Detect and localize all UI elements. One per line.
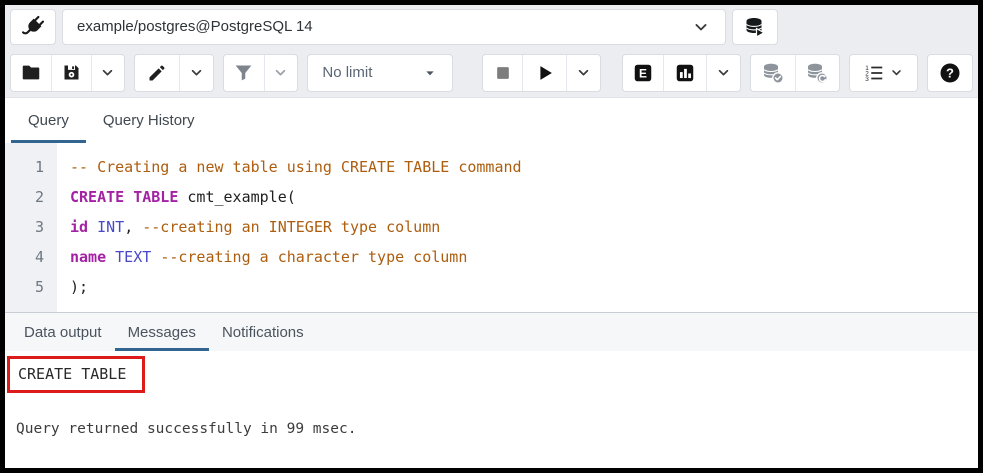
numbered-list-icon: 1 2 3 (863, 62, 885, 84)
help-button[interactable]: ? (928, 55, 972, 91)
editor-tab-bar: Query Query History (5, 97, 978, 143)
code-line: 4 name TEXT --creating a character type … (5, 242, 978, 272)
filter-icon (233, 62, 254, 83)
chevron-down-icon (188, 64, 205, 81)
save-icon (61, 62, 82, 83)
execute-query-button[interactable] (522, 55, 566, 91)
execute-options-dropdown[interactable] (566, 55, 600, 91)
explain-options-dropdown[interactable] (706, 55, 740, 91)
rollback-button[interactable] (795, 55, 839, 91)
save-button[interactable] (51, 55, 91, 91)
line-number: 1 (5, 152, 57, 182)
svg-text:?: ? (946, 65, 954, 80)
sql-comment: --creating a character type column (160, 248, 467, 266)
sql-text: cmt_example( (178, 188, 295, 206)
filter-button-group (223, 54, 299, 92)
result-text: CREATE TABLE (18, 365, 126, 383)
sql-keyword: CREATE TABLE (70, 188, 178, 206)
code-line: 5 ); (5, 272, 978, 302)
code-line: 1 -- Creating a new table using CREATE T… (5, 152, 978, 182)
question-mark-icon: ? (938, 61, 962, 85)
explain-analyze-button[interactable] (663, 55, 707, 91)
file-button-group (10, 54, 125, 92)
database-play-icon (743, 15, 767, 39)
sql-editor[interactable]: 1 -- Creating a new table using CREATE T… (5, 143, 978, 313)
chevron-down-icon (889, 65, 904, 80)
chevron-down-icon (715, 64, 732, 81)
edit-button-group (134, 54, 214, 92)
chevron-down-icon (691, 17, 711, 37)
tab-data-output-label: Data output (24, 324, 102, 341)
save-options-dropdown[interactable] (91, 55, 125, 91)
macro-button-group: 1 2 3 (849, 54, 919, 92)
code-line: 3 id INT, --creating an INTEGER type col… (5, 212, 978, 242)
open-file-button[interactable] (11, 55, 51, 91)
filter-options-dropdown[interactable] (264, 55, 298, 91)
dropdown-arrow-icon (422, 65, 438, 81)
sql-text: , (124, 218, 142, 236)
tab-messages-label: Messages (128, 324, 196, 341)
row-limit-dropdown[interactable]: No limit (307, 54, 452, 92)
connection-label: example/postgres@PostgreSQL 14 (77, 18, 313, 35)
code-line: 2 CREATE TABLE cmt_example( (5, 182, 978, 212)
sql-comment: --creating an INTEGER type column (142, 218, 440, 236)
tab-query-label: Query (28, 112, 69, 129)
transaction-button-group (750, 54, 839, 92)
chevron-down-icon (99, 64, 116, 81)
row-limit-value: No limit (322, 64, 372, 81)
sql-text: ); (70, 278, 88, 296)
svg-text:E: E (639, 66, 647, 80)
sql-keyword: name (70, 248, 106, 266)
tab-query-history[interactable]: Query History (86, 98, 212, 143)
edit-button[interactable] (135, 55, 179, 91)
tab-notifications[interactable]: Notifications (209, 313, 317, 351)
connection-selector[interactable]: example/postgres@PostgreSQL 14 (62, 9, 726, 45)
messages-panel: CREATE TABLE Query returned successfully… (5, 351, 978, 468)
sql-comment: -- Creating a new table using CREATE TAB… (70, 158, 522, 176)
status-text: Query returned successfully in 99 msec. (16, 421, 356, 437)
connection-bar: example/postgres@PostgreSQL 14 (5, 5, 978, 48)
bar-chart-icon (674, 62, 696, 84)
filter-button[interactable] (224, 55, 264, 91)
execute-button-group (482, 54, 601, 92)
toolbar: No limit (5, 48, 978, 97)
stop-icon (493, 63, 513, 83)
sql-datatype: TEXT (106, 248, 151, 266)
play-icon (534, 62, 556, 84)
tab-notifications-label: Notifications (222, 324, 304, 341)
line-number: 3 (5, 212, 57, 242)
sql-datatype: INT (88, 218, 124, 236)
commit-button[interactable] (751, 55, 795, 91)
explain-button[interactable]: E (623, 55, 663, 91)
tab-data-output[interactable]: Data output (11, 313, 115, 351)
connection-status-button[interactable] (10, 9, 56, 45)
explain-icon: E (632, 62, 654, 84)
database-rollback-icon (805, 61, 829, 85)
database-commit-icon (761, 61, 785, 85)
plug-icon (20, 14, 46, 40)
svg-text:3: 3 (865, 75, 869, 82)
help-button-group: ? (927, 54, 973, 92)
new-connection-button[interactable] (732, 9, 778, 45)
chevron-down-icon (272, 64, 289, 81)
annotation-red-box: CREATE TABLE (7, 356, 145, 393)
macros-dropdown[interactable]: 1 2 3 (850, 55, 918, 91)
pgadmin-query-tool-window: example/postgres@PostgreSQL 14 (0, 0, 983, 473)
explain-button-group: E (622, 54, 741, 92)
pencil-icon (147, 63, 167, 83)
chevron-down-icon (575, 64, 592, 81)
sql-text (151, 248, 160, 266)
tab-messages[interactable]: Messages (115, 313, 209, 351)
cancel-query-button[interactable] (483, 55, 523, 91)
edit-options-dropdown[interactable] (179, 55, 213, 91)
sql-keyword: id (70, 218, 88, 236)
folder-icon (20, 62, 42, 84)
tab-query-history-label: Query History (103, 112, 195, 129)
line-number: 2 (5, 182, 57, 212)
output-tab-bar: Data output Messages Notifications (5, 313, 978, 351)
tab-query[interactable]: Query (11, 98, 86, 143)
line-number: 5 (5, 272, 57, 302)
line-number: 4 (5, 242, 57, 272)
